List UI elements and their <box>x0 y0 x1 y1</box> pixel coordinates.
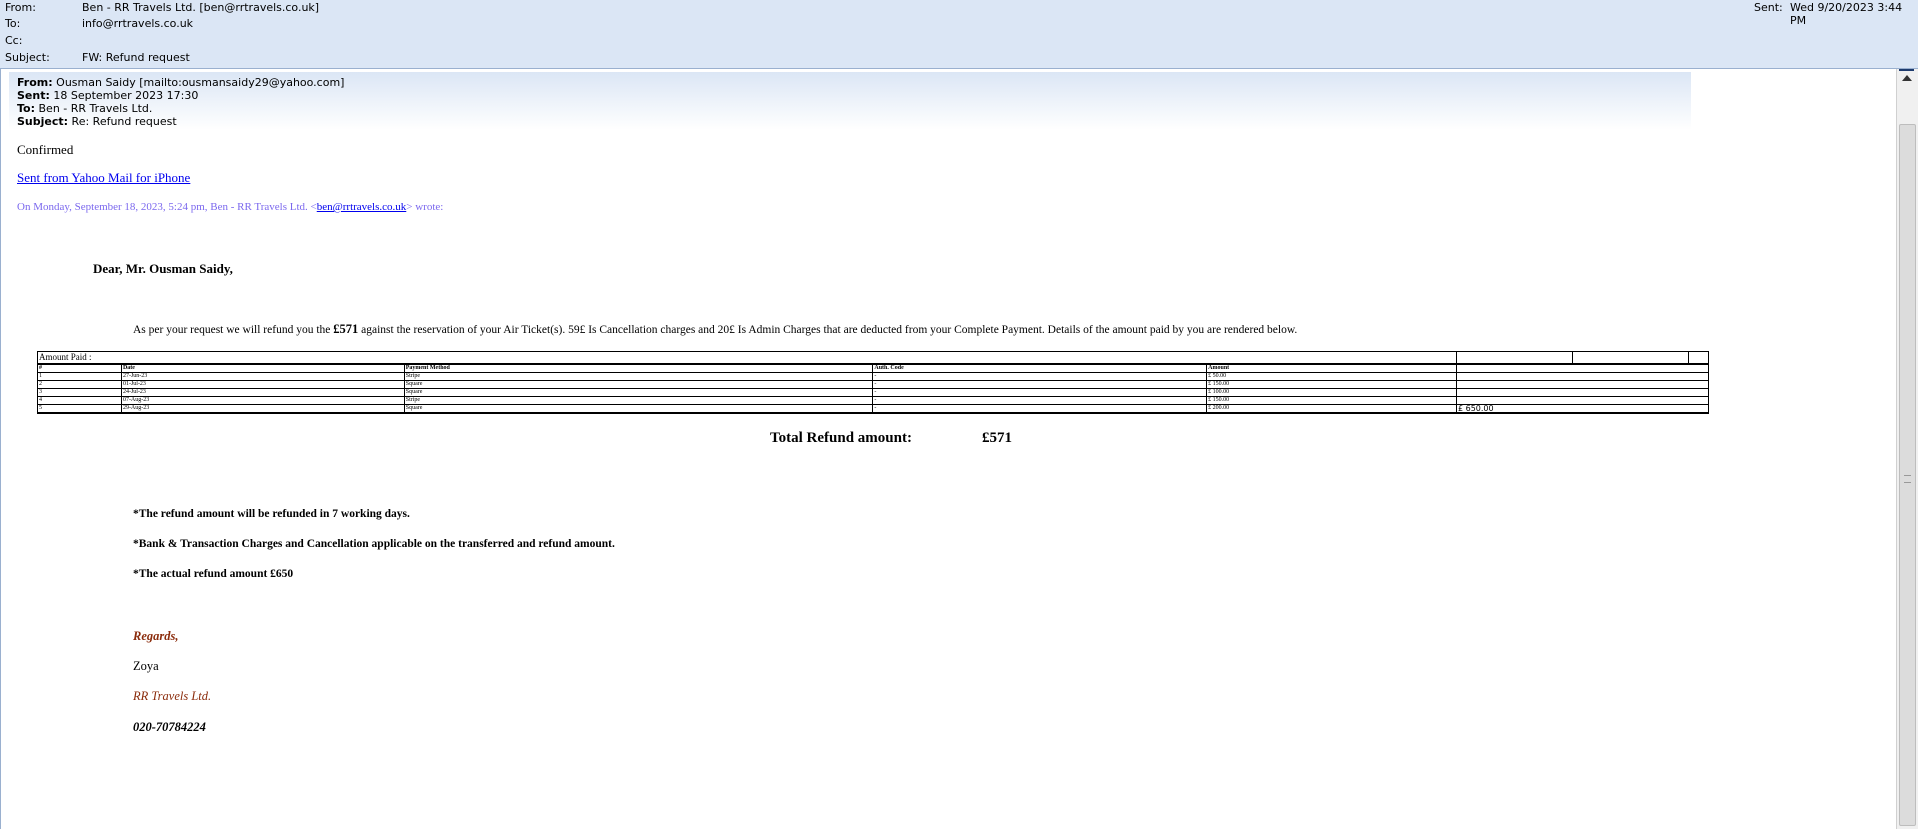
cell: Square <box>403 380 874 389</box>
cell: £ 100.00 <box>1206 388 1457 397</box>
note-actual-amount: *The actual refund amount £650 <box>133 568 294 580</box>
from-label: From: <box>5 1 36 14</box>
cell: 01-Jul-23 <box>120 380 405 389</box>
subject-label: Subject: <box>5 51 50 64</box>
signature-phone: 020-70784224 <box>133 720 206 734</box>
signature-regards: Regards, <box>133 629 179 643</box>
scroll-indicator <box>1899 69 1914 71</box>
cell: 24-Jul-23 <box>120 388 405 397</box>
signature-name: Zoya <box>133 659 159 673</box>
col-header-method: Payment Method <box>403 363 874 373</box>
note-bank-charges: *Bank & Transaction Charges and Cancella… <box>133 538 615 550</box>
table-row: 5 29-Aug-23 Square - £ 200.00 £ 650.00 <box>37 404 1710 414</box>
fwd-to: To: Ben - RR Travels Ltd. <box>17 102 153 115</box>
note-refund-days: *The refund amount will be refunded in 7… <box>133 508 410 520</box>
cell: 4 <box>37 396 122 405</box>
from-value[interactable]: Ben - RR Travels Ltd. [ben@rrtravels.co.… <box>82 1 319 14</box>
to-label: To: <box>5 17 21 30</box>
table-row: 1 27-Jun-23 Stripe - £ 50.00 <box>37 372 1710 381</box>
cell: - <box>872 404 1208 414</box>
scroll-grip-icon <box>1904 475 1911 483</box>
cell: - <box>872 380 1208 389</box>
payments-table: Amount Paid : # Date Payment Method Auth… <box>37 351 1710 414</box>
scroll-up-arrow-icon[interactable] <box>1902 75 1912 81</box>
cell: 27-Jun-23 <box>120 372 405 381</box>
cell: Square <box>403 404 874 414</box>
total-refund-value: £571 <box>982 430 1012 446</box>
payments-total: £ 650.00 <box>1455 404 1710 414</box>
cc-label: Cc: <box>5 34 23 47</box>
yahoo-mail-link[interactable]: Sent from Yahoo Mail for iPhone <box>17 170 190 186</box>
greeting: Dear, Mr. Ousman Saidy, <box>93 261 233 276</box>
cell: 07-Aug-23 <box>120 396 405 405</box>
cell: 1 <box>37 372 122 381</box>
col-header-date: Date <box>120 363 405 373</box>
body-paragraph: As per your request we will refund you t… <box>133 322 1298 336</box>
signature-company: RR Travels Ltd. <box>133 689 212 703</box>
fwd-sent: Sent: 18 September 2023 17:30 <box>17 89 199 102</box>
cell: Square <box>403 388 874 397</box>
table-header-row: # Date Payment Method Auth. Code Amount <box>37 363 1710 373</box>
cell: £ 150.00 <box>1206 396 1457 405</box>
cell: - <box>872 372 1208 381</box>
col-header-amount: Amount <box>1206 363 1457 373</box>
cell: £ 200.00 <box>1206 404 1457 414</box>
cell: £ 50.00 <box>1206 372 1457 381</box>
subject-value: FW: Refund request <box>82 51 190 64</box>
cell: 29-Aug-23 <box>120 404 405 414</box>
table-row: 2 01-Jul-23 Square - £ 150.00 <box>37 380 1710 389</box>
table-caption-row: Amount Paid : <box>37 351 1710 365</box>
scrollbar-thumb[interactable] <box>1899 124 1916 826</box>
confirmed-text: Confirmed <box>17 142 74 157</box>
cell: £ 150.00 <box>1206 380 1457 389</box>
message-header: From: Ben - RR Travels Ltd. [ben@rrtrave… <box>0 0 1918 69</box>
message-body[interactable]: From: Ousman Saidy [mailto:ousmansaidy29… <box>0 69 1897 829</box>
sent-value: Wed 9/20/2023 3:44 PM <box>1790 1 1903 27</box>
cell: - <box>872 396 1208 405</box>
fwd-subject: Subject: Re: Refund request <box>17 115 177 128</box>
quote-attribution: On Monday, September 18, 2023, 5:24 pm, … <box>17 201 444 213</box>
col-header-auth: Auth. Code <box>872 363 1208 373</box>
to-value[interactable]: info@rrtravels.co.uk <box>82 17 193 30</box>
cell: Stripe <box>403 396 874 405</box>
quote-email-link[interactable]: ben@rrtravels.co.uk <box>317 201 407 213</box>
cell: - <box>872 388 1208 397</box>
col-header-number: # <box>37 363 122 373</box>
amount-paid-caption: Amount Paid : <box>37 351 1457 365</box>
cell: Stripe <box>403 372 874 381</box>
cell: 3 <box>37 388 122 397</box>
vertical-scrollbar[interactable] <box>1896 69 1918 829</box>
sent-label: Sent: <box>1754 1 1783 14</box>
cell: 5 <box>37 404 122 414</box>
cell: 2 <box>37 380 122 389</box>
table-row: 3 24-Jul-23 Square - £ 100.00 <box>37 388 1710 397</box>
fwd-from: From: Ousman Saidy [mailto:ousmansaidy29… <box>17 76 345 89</box>
total-refund-label: Total Refund amount: <box>770 430 912 446</box>
